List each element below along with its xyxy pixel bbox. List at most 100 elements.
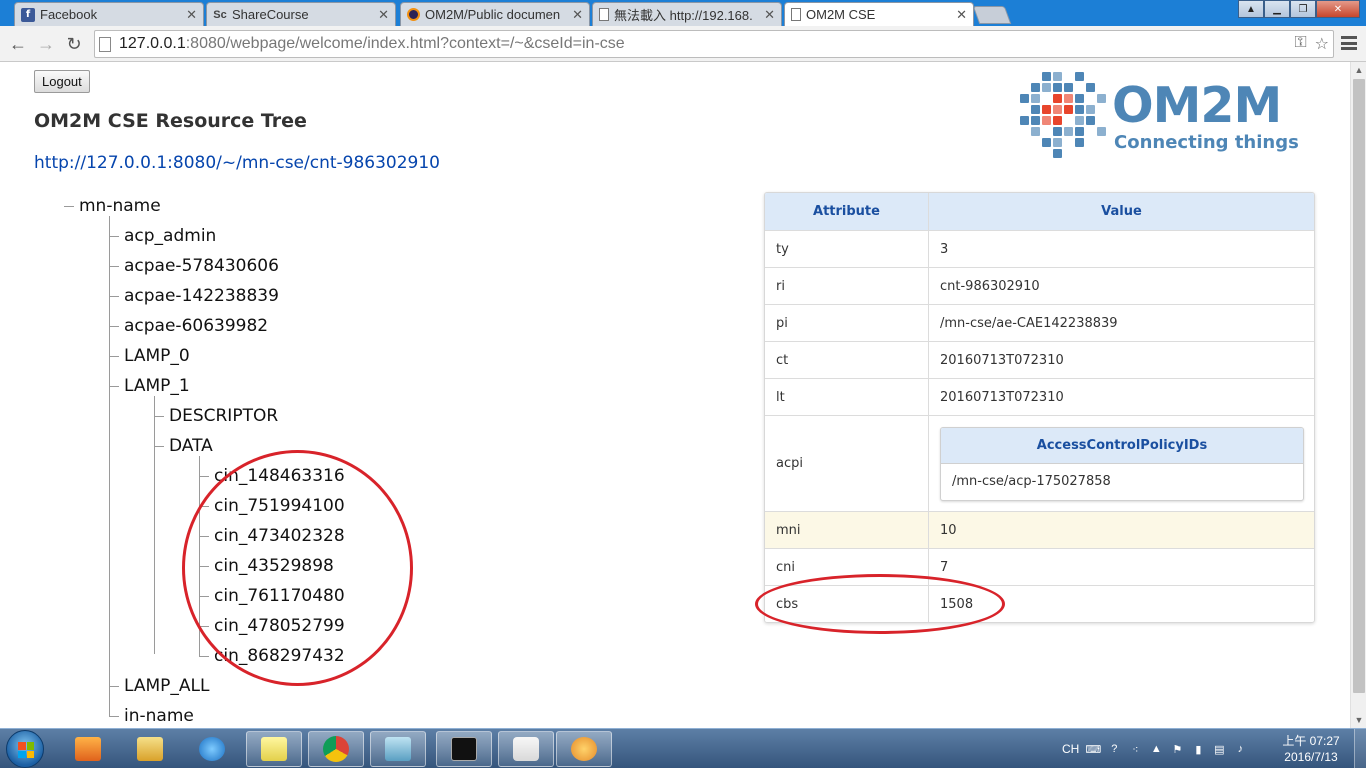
tree-node[interactable]: cin_751994100 [214,496,345,516]
table-row: pi /mn-cse/ae-CAE142238839 [765,304,1314,341]
tree-node[interactable]: cin_478052799 [214,616,345,636]
tree-node[interactable]: acp_admin [124,226,216,246]
show-desktop-button[interactable] [1354,729,1366,768]
tab-om2m-public[interactable]: OM2M/Public documen ✕ [400,2,590,26]
minimize-button[interactable]: ▁ [1264,0,1290,18]
tab-label: ShareCourse [232,7,309,22]
star-icon[interactable]: ☆ [1315,34,1329,54]
power-icon[interactable]: ▮ [1191,742,1205,756]
attribute-table: Attribute Value ty 3 ri cnt-986302910 pi… [764,192,1315,623]
logo-subtitle: Connecting things [1114,132,1299,153]
attribute-name: lt [765,379,929,415]
logo-square [1075,105,1084,114]
network-icon[interactable]: ▤ [1212,742,1226,756]
tree-node[interactable]: cin_761170480 [214,586,345,606]
close-icon[interactable]: ✕ [572,7,583,23]
help-icon[interactable]: ? [1107,742,1121,756]
folder-icon [137,737,163,761]
tree-connector [109,296,119,297]
close-icon[interactable]: ✕ [956,7,967,23]
tab-load-failed[interactable]: 無法載入 http://192.168. ✕ [592,2,782,26]
address-bar[interactable]: 127.0.0.1:8080/webpage/welcome/index.htm… [94,30,1334,58]
show-hidden-icons[interactable]: ▲ [1149,742,1163,756]
forward-arrow-icon[interactable]: → [34,32,58,56]
tab-om2m-cse[interactable]: OM2M CSE ✕ [784,2,974,26]
table-row: ri cnt-986302910 [765,267,1314,304]
browser-toolbar: ← → ↻ 127.0.0.1:8080/webpage/welcome/ind… [0,26,1366,62]
taskbar-notepad[interactable] [370,731,426,767]
tree-node[interactable]: acpae-142238839 [124,286,279,306]
maximize-button[interactable]: ❐ [1290,0,1316,18]
flag-icon[interactable]: ⚑ [1170,742,1184,756]
taskbar-explorer[interactable] [122,731,178,767]
logout-button[interactable]: Logout [34,70,90,93]
input-language[interactable]: CH [1062,742,1079,756]
keyboard-icon[interactable]: ⌨ [1085,742,1101,756]
close-icon[interactable]: ✕ [764,7,775,23]
sharecourse-icon: Sc [213,8,227,21]
tree-node[interactable]: LAMP_ALL [124,676,209,696]
logo-square [1097,94,1106,103]
resource-url-link[interactable]: http://127.0.0.1:8080/~/mn-cse/cnt-98630… [34,153,440,173]
close-window-button[interactable]: ✕ [1316,0,1360,18]
tree-connector [199,536,209,537]
tree-node[interactable]: acpae-60639982 [124,316,268,336]
taskbar-media-player[interactable] [60,731,116,767]
logo-square [1086,83,1095,92]
user-icon[interactable]: ▲ [1238,0,1264,18]
scroll-down-arrow-icon[interactable]: ▼ [1351,712,1366,728]
tree-node[interactable]: DESCRIPTOR [169,406,278,426]
logo-square [1075,94,1084,103]
tree-node[interactable]: LAMP_1 [124,376,190,396]
attribute-value: /mn-cse/ae-CAE142238839 [940,315,1118,331]
table-row: cni 7 [765,548,1314,585]
key-icon[interactable]: ⚿ [1294,34,1306,54]
facebook-icon: f [21,7,35,22]
tab-sharecourse[interactable]: Sc ShareCourse ✕ [206,2,396,26]
tab-label: 無法載入 http://192.168. [614,8,753,23]
taskbar-sticky-notes[interactable] [246,731,302,767]
logo-square [1053,138,1062,147]
logo-square [1053,149,1062,158]
tree-node[interactable]: cin_43529898 [214,556,334,576]
paint-icon [571,737,597,761]
logo-square [1086,116,1095,125]
new-tab-button[interactable] [972,6,1012,24]
taskbar-java[interactable] [498,731,554,767]
scroll-thumb[interactable] [1353,79,1365,693]
tree-node[interactable]: in-name [124,706,194,726]
volume-icon[interactable]: ♪ [1233,742,1247,756]
logo-square [1031,127,1040,136]
chrome-icon [323,736,349,762]
taskbar-paint[interactable] [556,731,612,767]
tree-node[interactable]: LAMP_0 [124,346,190,366]
menu-icon[interactable] [1340,34,1358,52]
taskbar-cmd[interactable] [436,731,492,767]
reload-icon[interactable]: ↻ [62,32,86,56]
tree-connector [154,396,155,654]
tree-node-root[interactable]: mn-name [79,196,161,216]
logo-square [1064,83,1073,92]
start-button[interactable] [6,730,44,768]
logo-square [1064,94,1073,103]
tab-facebook[interactable]: f Facebook ✕ [14,2,204,26]
ime-icon[interactable]: ⁖ [1128,742,1142,756]
tree-node[interactable]: acpae-578430606 [124,256,279,276]
close-icon[interactable]: ✕ [378,7,389,23]
logo-square [1053,116,1062,125]
tree-node[interactable]: cin_148463316 [214,466,345,486]
logo-square [1053,127,1062,136]
scroll-up-arrow-icon[interactable]: ▲ [1351,62,1366,78]
close-icon[interactable]: ✕ [186,7,197,23]
taskbar-chrome[interactable] [308,731,364,767]
tree-node[interactable]: cin_473402328 [214,526,345,546]
tree-connector [109,356,119,357]
tree-node[interactable]: cin_868297432 [214,646,345,666]
taskbar-clock[interactable]: 上午 07:27 2016/7/13 [1276,733,1346,765]
page-scrollbar[interactable]: ▲ ▼ [1350,62,1366,728]
back-arrow-icon[interactable]: ← [6,32,30,56]
tree-node[interactable]: DATA [169,436,213,456]
logo-square [1086,105,1095,114]
logo-square [1064,127,1073,136]
taskbar-ie[interactable] [184,731,240,767]
